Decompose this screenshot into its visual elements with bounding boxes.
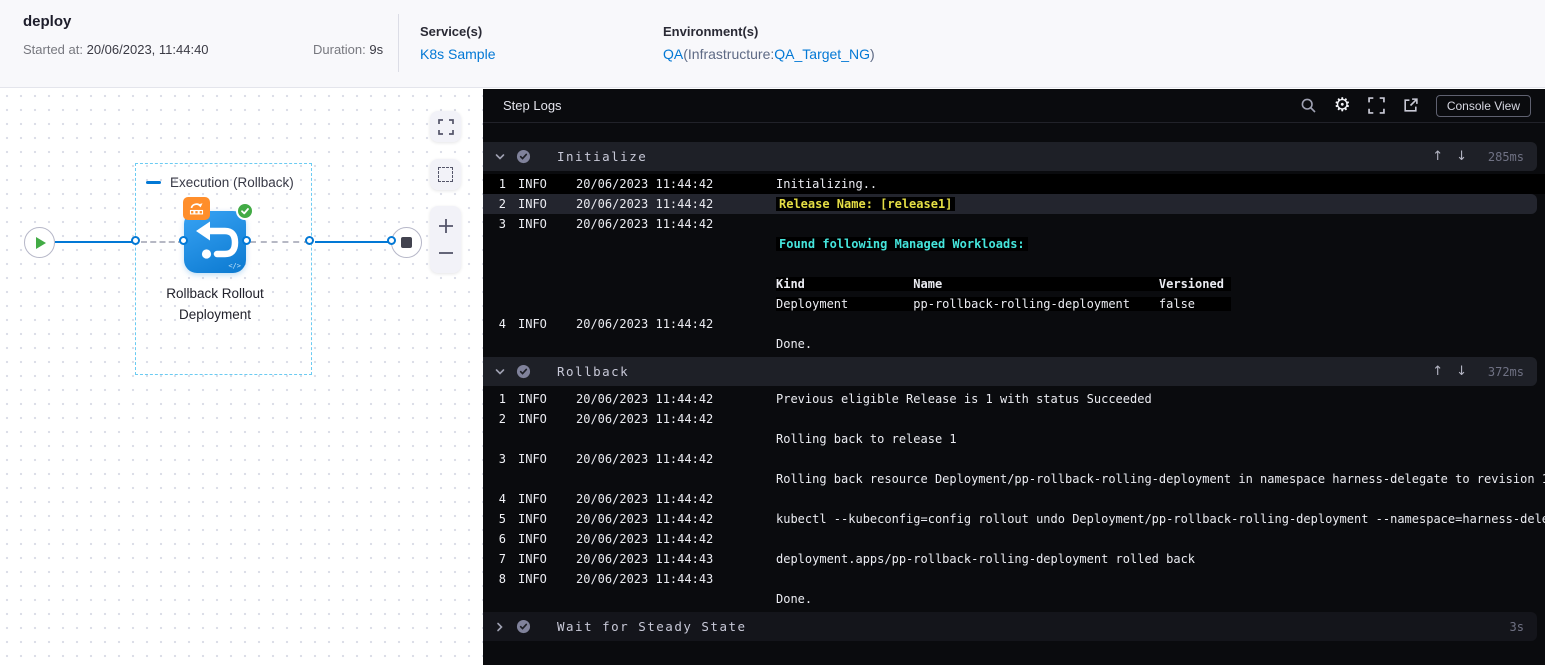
section-title: Wait for Steady State	[557, 619, 747, 634]
duration: Duration: 9s	[313, 42, 384, 57]
log-section-rollback: Rollback ↑ ↓ 372ms 1 INFO 20/06/2023 11:44:42 P…	[483, 357, 1545, 609]
section-title: Rollback	[557, 364, 630, 379]
step-success-check-icon	[516, 149, 531, 164]
connector-port	[131, 236, 140, 245]
log-sections-container: Initialize ↑ ↓ 285ms 1 INFO 20/06/2023 11:44:4…	[483, 123, 1545, 641]
pipeline-end-node	[391, 227, 422, 258]
section-header[interactable]: Rollback ↑ ↓ 372ms	[483, 357, 1537, 386]
open-in-new-tab-icon[interactable]	[1402, 97, 1419, 114]
success-check-icon	[236, 202, 254, 220]
log-line: Rolling back to release 1	[776, 432, 957, 446]
play-icon	[36, 236, 46, 249]
service-link[interactable]: K8s Sample	[420, 46, 495, 62]
step-logs-header: Step Logs ⚙ Console View	[483, 89, 1545, 123]
section-duration: 285ms	[1487, 149, 1524, 164]
chevron-down-icon[interactable]	[494, 366, 516, 378]
step-node-rollback-rollout-deployment[interactable]: </>	[183, 197, 254, 273]
zoom-in-button[interactable]	[437, 217, 455, 235]
services-label: Service(s)	[420, 24, 483, 39]
pipeline-canvas[interactable]: Execution (Rollback) </> Rollback Rollou…	[0, 89, 483, 665]
stop-icon	[401, 237, 412, 248]
log-line: 2 INFO 20/06/2023 11:44:42	[498, 412, 714, 426]
collapse-dash-icon[interactable]	[146, 181, 161, 184]
log-line: 7 INFO 20/06/2023 11:44:43 deployment.apps/…	[498, 552, 1196, 566]
execution-header: deploy Started at: 20/06/2023, 11:44:40 …	[0, 0, 1545, 88]
log-line: Done.	[776, 592, 813, 606]
started-at: Started at: 20/06/2023, 11:44:40	[23, 42, 209, 57]
edge-start	[55, 241, 136, 243]
dashed-selection-icon	[438, 167, 453, 182]
chevron-right-icon[interactable]	[494, 621, 516, 633]
expand-fullscreen-icon[interactable]	[1368, 97, 1385, 114]
edge-dashed-right	[250, 241, 310, 243]
connector-port	[242, 236, 251, 245]
log-line: 2 INFO 20/06/2023 11:44:42 Release Name: [r…	[483, 194, 1537, 214]
scroll-to-bottom-icon[interactable]: ↓	[1456, 364, 1467, 379]
step-logs-panel: Step Logs ⚙ Console View Initialize ↑ ↓ 285…	[483, 89, 1545, 665]
step-logs-title: Step Logs	[503, 98, 562, 113]
scroll-to-bottom-icon[interactable]: ↓	[1456, 149, 1467, 164]
environments-block: Environment(s) QA(Infrastructure:QA_Targ…	[663, 24, 875, 62]
log-line: 1 INFO 20/06/2023 11:44:42 Previous eligibl…	[498, 392, 1152, 406]
section-header[interactable]: Wait for Steady State 3s	[483, 612, 1537, 641]
connector-port	[387, 236, 396, 245]
step-type-badge-icon	[183, 197, 210, 220]
log-line: 1 INFO 20/06/2023 11:44:42 Initializing..	[483, 174, 1545, 194]
page-title: deploy	[23, 13, 72, 30]
pipeline-execution-page: deploy Started at: 20/06/2023, 11:44:40 …	[0, 0, 1545, 665]
canvas-fullscreen-button[interactable]	[430, 111, 461, 142]
services-block: Service(s) K8s Sample	[420, 24, 495, 62]
log-section-initialize: Initialize ↑ ↓ 285ms 1 INFO 20/06/2023 11:44:4…	[483, 142, 1545, 354]
log-line: Done.	[776, 337, 813, 351]
log-line: 6 INFO 20/06/2023 11:44:42	[498, 532, 714, 546]
log-section-wait-for-steady-state: Wait for Steady State 3s	[483, 612, 1545, 641]
header-divider	[398, 14, 399, 72]
pipeline-start-node	[24, 227, 55, 258]
search-icon[interactable]	[1300, 97, 1317, 114]
section-log-lines: 1 INFO 20/06/2023 11:44:42 Previous eligibl…	[483, 389, 1545, 609]
section-duration: 3s	[1509, 619, 1524, 634]
canvas-zoom-controls	[430, 206, 461, 273]
stage-label[interactable]: Execution (Rollback)	[146, 175, 294, 190]
log-line: 3 INFO 20/06/2023 11:44:42	[498, 217, 714, 231]
edge-dashed-left	[141, 241, 184, 243]
connector-port	[305, 236, 314, 245]
log-line: 5 INFO 20/06/2023 11:44:42 kubectl --kubeco…	[498, 512, 1545, 526]
edge-end	[315, 241, 393, 243]
console-view-button[interactable]: Console View	[1435, 94, 1531, 117]
scroll-to-top-icon[interactable]: ↑	[1432, 149, 1443, 164]
chevron-down-icon[interactable]	[494, 151, 516, 163]
canvas-select-region-button[interactable]	[430, 159, 461, 190]
settings-gear-icon[interactable]: ⚙	[1334, 96, 1351, 115]
log-line: 3 INFO 20/06/2023 11:44:42	[498, 452, 714, 466]
log-line: 8 INFO 20/06/2023 11:44:43	[498, 572, 714, 586]
section-log-lines: 1 INFO 20/06/2023 11:44:42 Initializing.. 2 I…	[483, 174, 1545, 354]
step-success-check-icon	[516, 619, 531, 634]
section-duration: 372ms	[1487, 364, 1524, 379]
log-line: Deployment pp-rollback-rolling-deploymen…	[776, 297, 1232, 311]
log-line: Kind Name Versioned	[776, 277, 1232, 291]
script-glyph: </>	[228, 262, 241, 270]
scroll-to-top-icon[interactable]: ↑	[1432, 364, 1443, 379]
environment-link[interactable]: QA(Infrastructure:QA_Target_NG)	[663, 46, 875, 62]
zoom-out-button[interactable]	[437, 244, 455, 262]
environments-label: Environment(s)	[663, 24, 759, 39]
log-line: 4 INFO 20/06/2023 11:44:42	[498, 492, 714, 506]
connector-port	[179, 236, 188, 245]
log-line: Found following Managed Workloads:	[483, 234, 1545, 254]
step-success-check-icon	[516, 364, 531, 379]
section-header[interactable]: Initialize ↑ ↓ 285ms	[483, 142, 1537, 171]
log-line: 4 INFO 20/06/2023 11:44:42	[498, 317, 714, 331]
step-node-label: Rollback Rollout Deployment	[166, 286, 264, 322]
section-title: Initialize	[557, 149, 648, 164]
log-line: Rolling back resource Deployment/pp-roll…	[776, 472, 1545, 486]
